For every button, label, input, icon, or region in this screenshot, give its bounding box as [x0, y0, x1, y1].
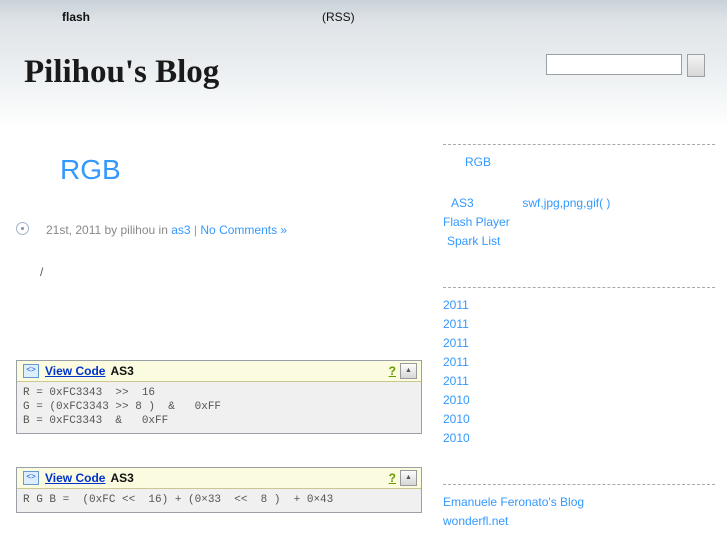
sidebar-archive-item[interactable]: 2011: [443, 355, 469, 369]
search-submit-button[interactable]: [687, 54, 705, 77]
post-meta: 21st, 2011 by pilihou in as3 | No Commen…: [16, 222, 287, 238]
sidebar-item-formats[interactable]: swf,jpg,png,gif( ): [522, 196, 610, 210]
list-item: 2010: [443, 410, 719, 429]
code-help-link[interactable]: ?: [389, 364, 396, 378]
meta-separator: |: [193, 223, 198, 237]
sidebar-recent-posts: RGB: [443, 153, 719, 172]
site-header: flash (RSS) Pilihou's Blog: [0, 0, 727, 132]
list-item: 2011: [443, 334, 719, 353]
post-body: /: [40, 265, 44, 279]
list-item: 2010: [443, 429, 719, 448]
code-help-link[interactable]: ?: [389, 471, 396, 485]
list-item: Spark List: [443, 232, 719, 251]
code-brackets-icon: <>: [23, 364, 39, 378]
sidebar-categories: AS3 swf,jpg,png,gif( ) Flash Player Spar…: [443, 194, 719, 251]
code-block: <> View Code AS3 ? ▲ R G B = (0xFC << 16…: [16, 467, 422, 513]
list-item: Flash Player: [443, 213, 719, 232]
blog-title: Pilihou's Blog: [24, 54, 220, 90]
code-brackets-icon: <>: [23, 471, 39, 485]
sidebar: RGB AS3 swf,jpg,png,gif( ) Flash Player …: [443, 144, 719, 531]
code-toolbar-actions: ? ▲: [389, 363, 417, 379]
top-navigation: flash (RSS): [0, 9, 727, 27]
code-text: R = 0xFC3343 >> 16 G = (0xFC3343 >> 8 ) …: [17, 382, 421, 433]
list-item: 2011: [443, 315, 719, 334]
code-language-label: AS3: [110, 364, 134, 378]
sidebar-item-recent-rgb[interactable]: RGB: [465, 155, 491, 169]
code-toolbar-actions: ? ▲: [389, 470, 417, 486]
sidebar-link-wonderfl[interactable]: wonderfl.net: [443, 514, 508, 528]
view-code-link[interactable]: View Code: [45, 364, 105, 378]
list-item: AS3 swf,jpg,png,gif( ): [443, 194, 719, 213]
sidebar-item-as3[interactable]: AS3: [451, 196, 474, 210]
list-item: 2011: [443, 353, 719, 372]
code-collapse-button[interactable]: ▲: [400, 470, 417, 486]
code-language-label: AS3: [110, 471, 134, 485]
post-comments-link[interactable]: No Comments »: [200, 223, 287, 237]
list-item: Emanuele Feronato's Blog: [443, 493, 719, 512]
list-item: 2011: [443, 296, 719, 315]
topnav-flash[interactable]: flash: [62, 9, 90, 25]
code-toolbar: <> View Code AS3 ? ▲: [17, 468, 421, 489]
view-code-link[interactable]: View Code: [45, 471, 105, 485]
code-text: R G B = (0xFC << 16) + (0×33 << 8 ) + 0×…: [17, 489, 421, 512]
search-form: [546, 54, 705, 77]
sidebar-archive-item[interactable]: 2011: [443, 374, 469, 388]
search-input[interactable]: [546, 54, 682, 75]
post-date: 21st, 2011 by pilihou in: [46, 223, 168, 237]
list-item: 2011: [443, 372, 719, 391]
sidebar-archive-item[interactable]: 2011: [443, 298, 469, 312]
list-item: wonderfl.net: [443, 512, 719, 531]
list-item: RGB: [443, 153, 719, 172]
sidebar-item-flash-player[interactable]: Flash Player: [443, 215, 510, 229]
code-toolbar: <> View Code AS3 ? ▲: [17, 361, 421, 382]
sidebar-blogroll: Emanuele Feronato's Blog wonderfl.net: [443, 493, 719, 531]
sidebar-link-emanuele-feronato[interactable]: Emanuele Feronato's Blog: [443, 495, 584, 509]
sidebar-archive-item[interactable]: 2011: [443, 336, 469, 350]
clock-icon: [16, 222, 29, 235]
sidebar-item-spark-list[interactable]: Spark List: [447, 234, 500, 248]
sidebar-archive-item[interactable]: 2010: [443, 431, 470, 445]
topnav-rss[interactable]: (RSS): [322, 9, 355, 25]
sidebar-archives: 2011 2011 2011 2011 2011 2010 2010 2010: [443, 296, 719, 448]
code-collapse-button[interactable]: ▲: [400, 363, 417, 379]
list-item: 2010: [443, 391, 719, 410]
sidebar-archive-item[interactable]: 2010: [443, 393, 470, 407]
sidebar-archive-item[interactable]: 2010: [443, 412, 470, 426]
sidebar-archive-item[interactable]: 2011: [443, 317, 469, 331]
post-title-link[interactable]: RGB: [60, 154, 121, 186]
code-block: <> View Code AS3 ? ▲ R = 0xFC3343 >> 16 …: [16, 360, 422, 434]
post-category-link[interactable]: as3: [171, 223, 190, 237]
